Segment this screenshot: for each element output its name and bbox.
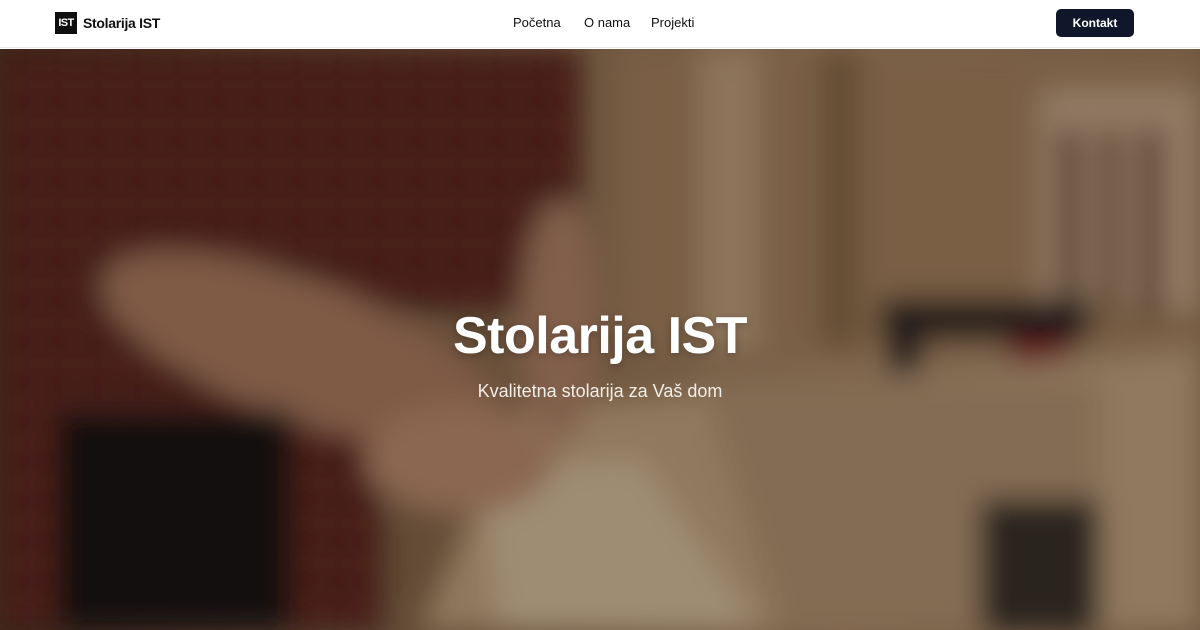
hero-subtitle: Kvalitetna stolarija za Vaš dom — [477, 381, 723, 401]
nav-item-projekti[interactable]: Projekti — [651, 15, 694, 30]
hero-title: Stolarija IST — [452, 307, 748, 365]
site-header: IST Stolarija IST Početna O nama Projekt… — [0, 0, 1200, 48]
main-nav: Početna O nama Projekti — [0, 15, 1200, 33]
brand-link[interactable]: IST Stolarija IST — [55, 12, 160, 34]
nav-item-pocetna[interactable]: Početna — [513, 15, 561, 30]
brand-name: Stolarija IST — [83, 15, 161, 31]
hero-section: Stolarija IST Kvalitetna stolarija za Va… — [0, 49, 1200, 630]
brand-logo-icon: IST — [55, 12, 77, 34]
contact-button[interactable]: Kontakt — [1056, 9, 1134, 37]
nav-item-o-nama[interactable]: O nama — [584, 15, 630, 30]
